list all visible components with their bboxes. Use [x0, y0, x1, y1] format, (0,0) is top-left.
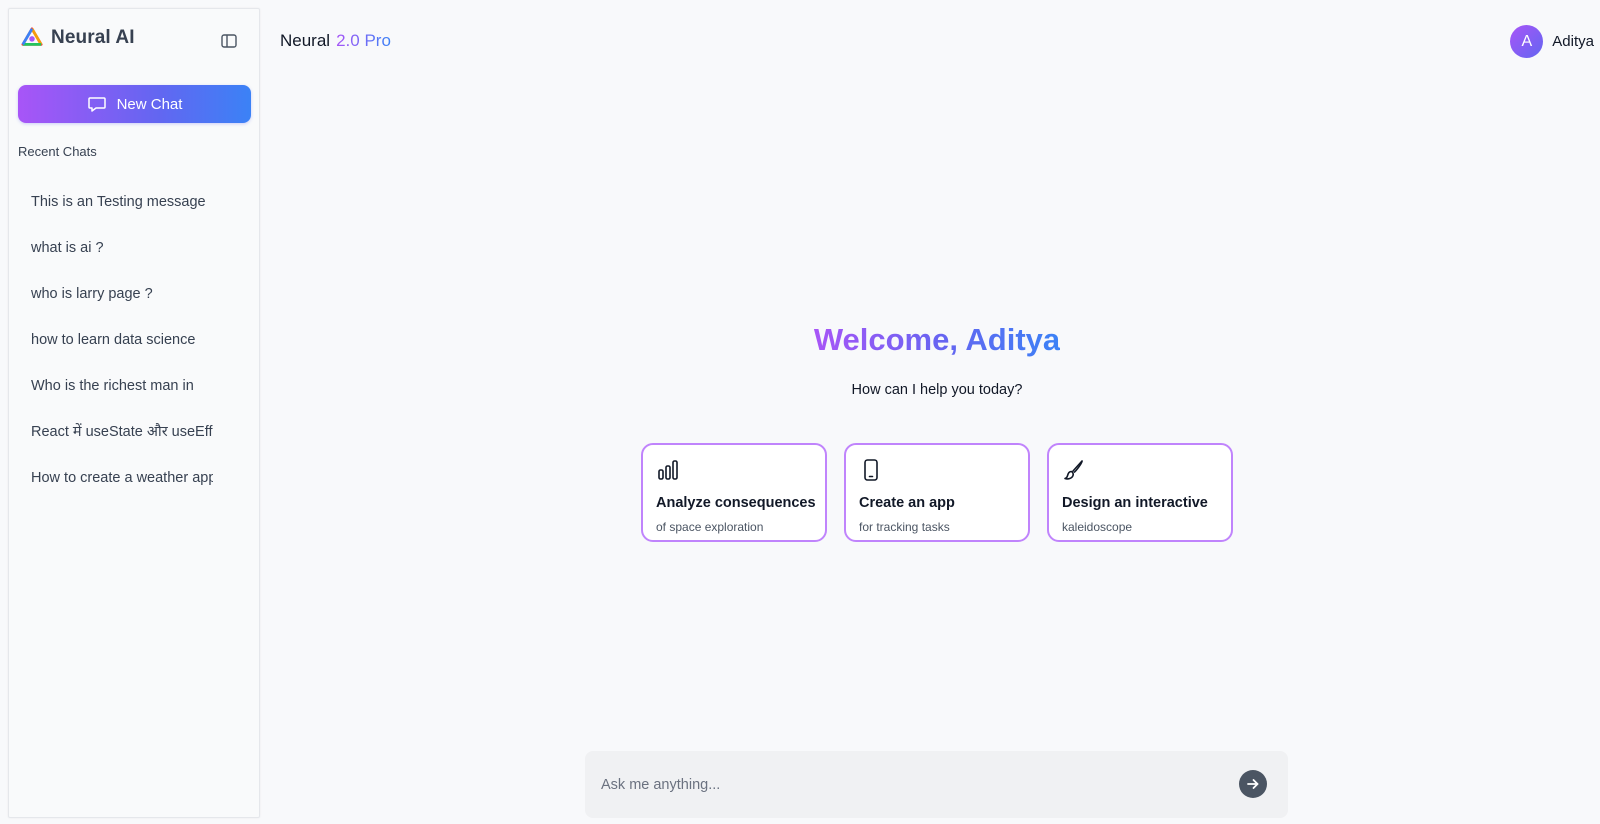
user-name: Aditya	[1552, 33, 1594, 50]
send-button[interactable]	[1239, 770, 1267, 798]
smartphone-icon	[864, 459, 878, 481]
suggestion-title: Create an app	[859, 495, 955, 511]
sidebar-toggle-button[interactable]	[219, 31, 239, 51]
model-name: Neural	[280, 31, 331, 50]
suggestion-subtitle: of space exploration	[656, 520, 764, 534]
suggestion-card-analyze[interactable]: Analyze consequences of space exploratio…	[641, 443, 827, 542]
chat-input-bar	[585, 751, 1288, 818]
chat-input[interactable]	[601, 773, 1201, 797]
recent-chats-heading: Recent Chats	[18, 144, 97, 159]
welcome-heading: Welcome, Aditya	[600, 322, 1274, 358]
suggestion-subtitle: for tracking tasks	[859, 520, 950, 534]
suggestion-card-design[interactable]: Design an interactive kaleidoscope	[1047, 443, 1233, 542]
bar-chart-icon	[658, 460, 678, 480]
brand: Neural AI	[21, 27, 135, 49]
suggestion-subtitle: kaleidoscope	[1062, 520, 1133, 534]
chat-bubble-icon	[87, 97, 106, 112]
recent-chats-list: This is an Testing message what is ai ? …	[31, 191, 213, 513]
model-selector[interactable]: Neural 2.0 Pro	[280, 31, 391, 51]
recent-chat-item[interactable]: This is an Testing message	[31, 191, 213, 237]
suggestion-title: Analyze consequences	[656, 495, 816, 511]
suggestion-card-create-app[interactable]: Create an app for tracking tasks	[844, 443, 1030, 542]
user-menu[interactable]: A Aditya	[1510, 25, 1594, 58]
welcome-subtitle: How can I help you today?	[851, 382, 1023, 398]
sidebar-toggle-icon	[221, 34, 237, 48]
suggestion-title: Design an interactive	[1062, 495, 1208, 511]
new-chat-label: New Chat	[116, 95, 183, 113]
recent-chat-item[interactable]: Who is the richest man in	[31, 375, 213, 421]
recent-chat-item[interactable]: how to learn data science	[31, 329, 213, 375]
brush-icon	[1064, 460, 1083, 480]
recent-chat-item[interactable]: who is larry page ?	[31, 283, 213, 329]
model-version: 2.0 Pro	[336, 31, 391, 50]
brand-name: Neural AI	[51, 27, 135, 48]
welcome-text: Welcome, Aditya	[813, 322, 1061, 357]
app-root: Neural AI New Chat Recent Chats This is …	[0, 0, 1600, 824]
brand-logo-icon	[21, 27, 43, 46]
avatar: A	[1510, 25, 1544, 58]
suggestion-cards: Analyze consequences of space exploratio…	[641, 443, 1233, 542]
recent-chat-item[interactable]: what is ai ?	[31, 237, 213, 283]
recent-chat-item[interactable]: React में useState और useEffect	[31, 421, 213, 467]
arrow-right-icon	[1247, 779, 1259, 789]
sidebar: Neural AI New Chat Recent Chats This is …	[8, 8, 260, 818]
recent-chat-item[interactable]: How to create a weather app	[31, 467, 213, 513]
new-chat-button[interactable]: New Chat	[18, 85, 251, 123]
